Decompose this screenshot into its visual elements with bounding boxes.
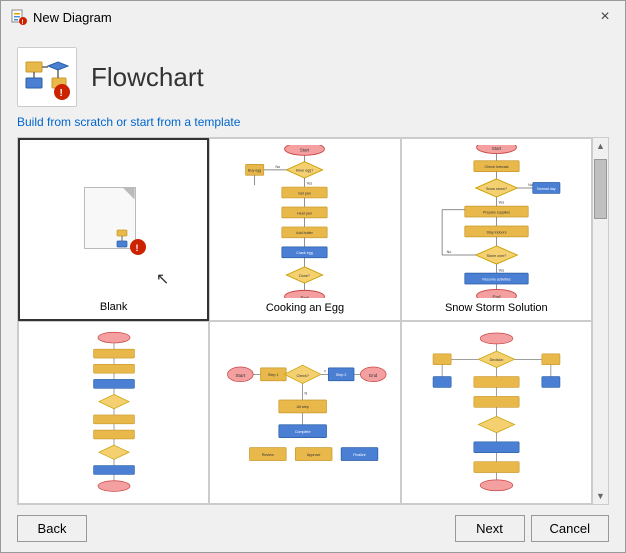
svg-text:Storm over?: Storm over? [486, 254, 506, 258]
svg-text:Add butter: Add butter [297, 231, 314, 235]
header-icon: ! [17, 47, 77, 107]
snow-label: Snow Storm Solution [445, 302, 548, 314]
svg-text:!: ! [60, 88, 63, 99]
dialog-title: New Diagram [33, 10, 112, 25]
header-title: Flowchart [91, 62, 204, 93]
svg-text:End: End [370, 373, 379, 378]
svg-text:!: ! [22, 20, 24, 25]
svg-text:Y: Y [324, 369, 327, 373]
template6-svg: Decision [424, 328, 569, 493]
template4-preview [25, 328, 202, 493]
svg-text:Review: Review [262, 452, 274, 456]
template-grid-area: ! ↖ Blank Start [17, 137, 609, 505]
scrollbar-thumb[interactable] [594, 159, 607, 219]
svg-text:!: ! [135, 243, 138, 253]
header-section: ! Flowchart [1, 33, 625, 115]
title-bar: ! New Diagram × [1, 1, 625, 33]
next-button[interactable]: Next [455, 515, 525, 542]
cooking-label: Cooking an Egg [266, 302, 344, 314]
snow-preview: Start Check forecast Snow storm? No Norm… [408, 145, 585, 298]
svg-text:Start: Start [492, 146, 502, 151]
snow-svg: Start Check forecast Snow storm? No Norm… [424, 145, 569, 298]
cooking-svg: Start Have egg? No Buy egg Yes [232, 145, 377, 298]
footer: Back Next Cancel [1, 505, 625, 552]
cancel-button[interactable]: Cancel [531, 515, 609, 542]
blank-label: Blank [100, 301, 128, 313]
template5-preview: Start Step 1 Check? Y Step 2 End [216, 328, 393, 493]
template-item-blank[interactable]: ! ↖ Blank [18, 138, 209, 321]
scrollbar: ▲ ▼ [592, 138, 608, 504]
svg-text:Stay indoors: Stay indoors [486, 230, 506, 234]
flowchart-icon: ! [24, 54, 70, 100]
svg-text:Yes: Yes [498, 268, 504, 272]
cursor-arrow: ↖ [156, 269, 169, 289]
svg-text:Heat pan: Heat pan [298, 211, 313, 215]
svg-text:Step 2: Step 2 [336, 373, 347, 377]
svg-text:Yes: Yes [498, 200, 504, 204]
svg-text:Buy egg: Buy egg [249, 169, 262, 173]
svg-text:Done?: Done? [300, 274, 311, 278]
svg-text:Yes: Yes [307, 181, 313, 185]
template-item-snow[interactable]: Start Check forecast Snow storm? No Norm… [401, 138, 592, 321]
template-grid: ! ↖ Blank Start [18, 138, 592, 504]
svg-text:End: End [492, 295, 501, 298]
template4-svg [74, 328, 154, 493]
svg-text:No: No [446, 250, 451, 254]
subtitle: Build from scratch or start from a templ… [1, 115, 625, 137]
template-item-cooking[interactable]: Start Have egg? No Buy egg Yes [209, 138, 400, 321]
svg-text:No: No [276, 165, 281, 169]
svg-text:N: N [305, 391, 308, 395]
svg-text:Crack egg: Crack egg [297, 251, 313, 255]
scroll-up-button[interactable]: ▲ [593, 138, 609, 154]
svg-text:Complete: Complete [295, 430, 311, 434]
svg-text:No: No [528, 183, 533, 187]
svg-text:Resume activities: Resume activities [482, 277, 510, 281]
scrollbar-track [593, 154, 608, 488]
svg-text:Step 1: Step 1 [269, 373, 280, 377]
svg-text:Check forecast: Check forecast [484, 165, 508, 169]
dialog: ! New Diagram × ! Flowchart [0, 0, 626, 553]
template6-preview: Decision [408, 328, 585, 493]
cooking-preview: Start Have egg? No Buy egg Yes [216, 145, 393, 298]
template-item-5[interactable]: Start Step 1 Check? Y Step 2 End [209, 321, 400, 504]
title-bar-icon: ! [11, 9, 27, 25]
svg-text:Finalize: Finalize [354, 452, 367, 456]
close-button[interactable]: × [595, 7, 615, 27]
template5-svg: Start Step 1 Check? Y Step 2 End [222, 346, 387, 476]
svg-text:Approve: Approve [307, 452, 321, 456]
svg-text:Decision: Decision [489, 358, 503, 362]
svg-text:Snow storm?: Snow storm? [486, 187, 507, 191]
title-bar-left: ! New Diagram [11, 9, 112, 25]
back-button[interactable]: Back [17, 515, 87, 542]
svg-text:Normal day: Normal day [537, 187, 556, 191]
svg-text:Start: Start [236, 373, 246, 378]
footer-right: Next Cancel [455, 515, 609, 542]
scroll-down-button[interactable]: ▼ [593, 488, 609, 504]
svg-text:Start: Start [300, 148, 310, 153]
svg-text:Check?: Check? [297, 374, 309, 378]
blank-icon: ! [84, 187, 144, 257]
template-item-6[interactable]: Decision [401, 321, 592, 504]
svg-text:Prepare supplies: Prepare supplies [483, 210, 510, 214]
svg-text:Get pan: Get pan [299, 191, 312, 195]
svg-text:Alt step: Alt step [297, 405, 309, 409]
template-item-4[interactable] [18, 321, 209, 504]
svg-text:End: End [301, 295, 310, 298]
svg-text:Have egg?: Have egg? [296, 169, 313, 173]
blank-preview: ! ↖ [26, 146, 201, 297]
